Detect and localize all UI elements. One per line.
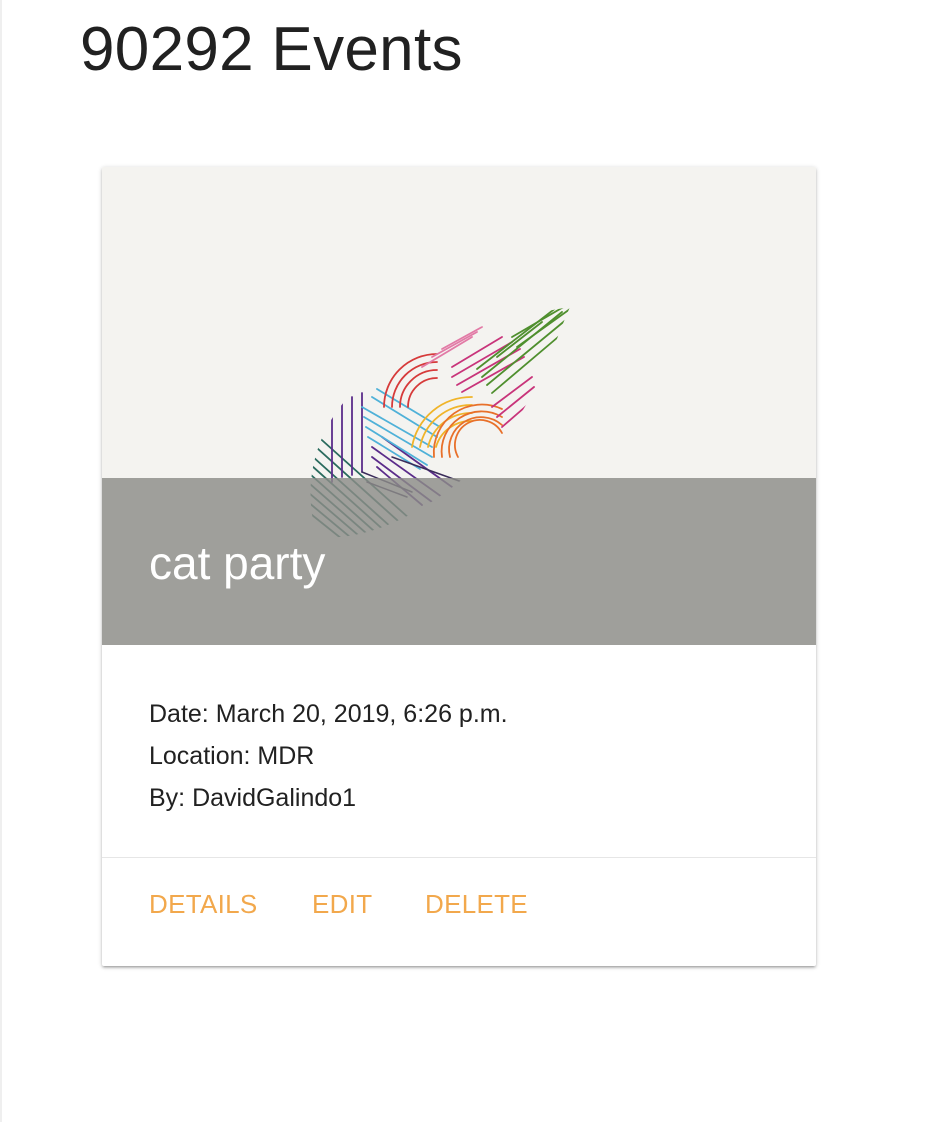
delete-link[interactable]: DELETE [425, 887, 528, 921]
card-content: Date: March 20, 2019, 6:26 p.m. Location… [102, 645, 816, 858]
card-title: cat party [149, 537, 326, 589]
event-author: By: DavidGalindo1 [149, 784, 357, 812]
card-image: cat party [102, 167, 816, 645]
event-location: Location: MDR [149, 742, 315, 770]
event-date: Date: March 20, 2019, 6:26 p.m. [149, 700, 508, 728]
details-link[interactable]: DETAILS [149, 887, 258, 921]
card-actions: DETAILS EDIT DELETE [102, 858, 816, 966]
page-title: 90292 Events [80, 15, 463, 84]
edit-link[interactable]: EDIT [312, 887, 372, 921]
event-card: cat party Date: March 20, 2019, 6:26 p.m… [102, 167, 816, 966]
page-left-divider [0, 0, 2, 1122]
